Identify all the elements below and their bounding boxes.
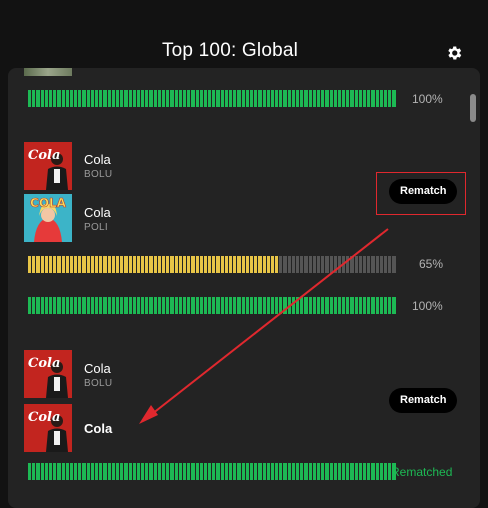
match-percent: 100% xyxy=(412,92,443,106)
track-artist: POLI xyxy=(84,222,108,233)
match-progress-bar xyxy=(28,90,396,107)
track-title: Cola xyxy=(84,205,111,220)
svg-text:COLA: COLA xyxy=(30,196,67,210)
album-art-source: Cola xyxy=(24,142,72,190)
album-art-partial xyxy=(24,68,72,76)
status-label: Rematched xyxy=(391,465,453,479)
album-art-source: Cola xyxy=(24,350,72,398)
match-progress-bar xyxy=(28,256,396,273)
rematch-button[interactable]: Rematch xyxy=(389,388,458,413)
page-title: Top 100: Global xyxy=(161,40,299,61)
track-title: Cola xyxy=(84,421,113,436)
track-artist: BOLU xyxy=(84,378,113,389)
match-progress-bar xyxy=(28,297,396,314)
album-art-match: Cola xyxy=(24,404,72,452)
track-artist: BOLU xyxy=(84,169,113,180)
top-header: Top 100: Global xyxy=(0,0,488,70)
track-title: Cola xyxy=(84,152,111,167)
match-percent: 100% xyxy=(412,299,443,313)
track-match-panel: 100% Cola Cola BOLU COLA Cola POLI Remat… xyxy=(8,68,480,508)
svg-text:Cola: Cola xyxy=(28,148,60,163)
svg-text:Cola: Cola xyxy=(28,410,60,425)
match-progress-bar xyxy=(28,463,396,480)
gear-icon[interactable] xyxy=(445,44,463,62)
annotation-highlight-box xyxy=(376,172,466,215)
album-art-match: COLA xyxy=(24,194,72,242)
svg-text:Cola: Cola xyxy=(28,356,60,371)
track-title: Cola xyxy=(84,361,111,376)
match-percent: 65% xyxy=(419,257,444,271)
